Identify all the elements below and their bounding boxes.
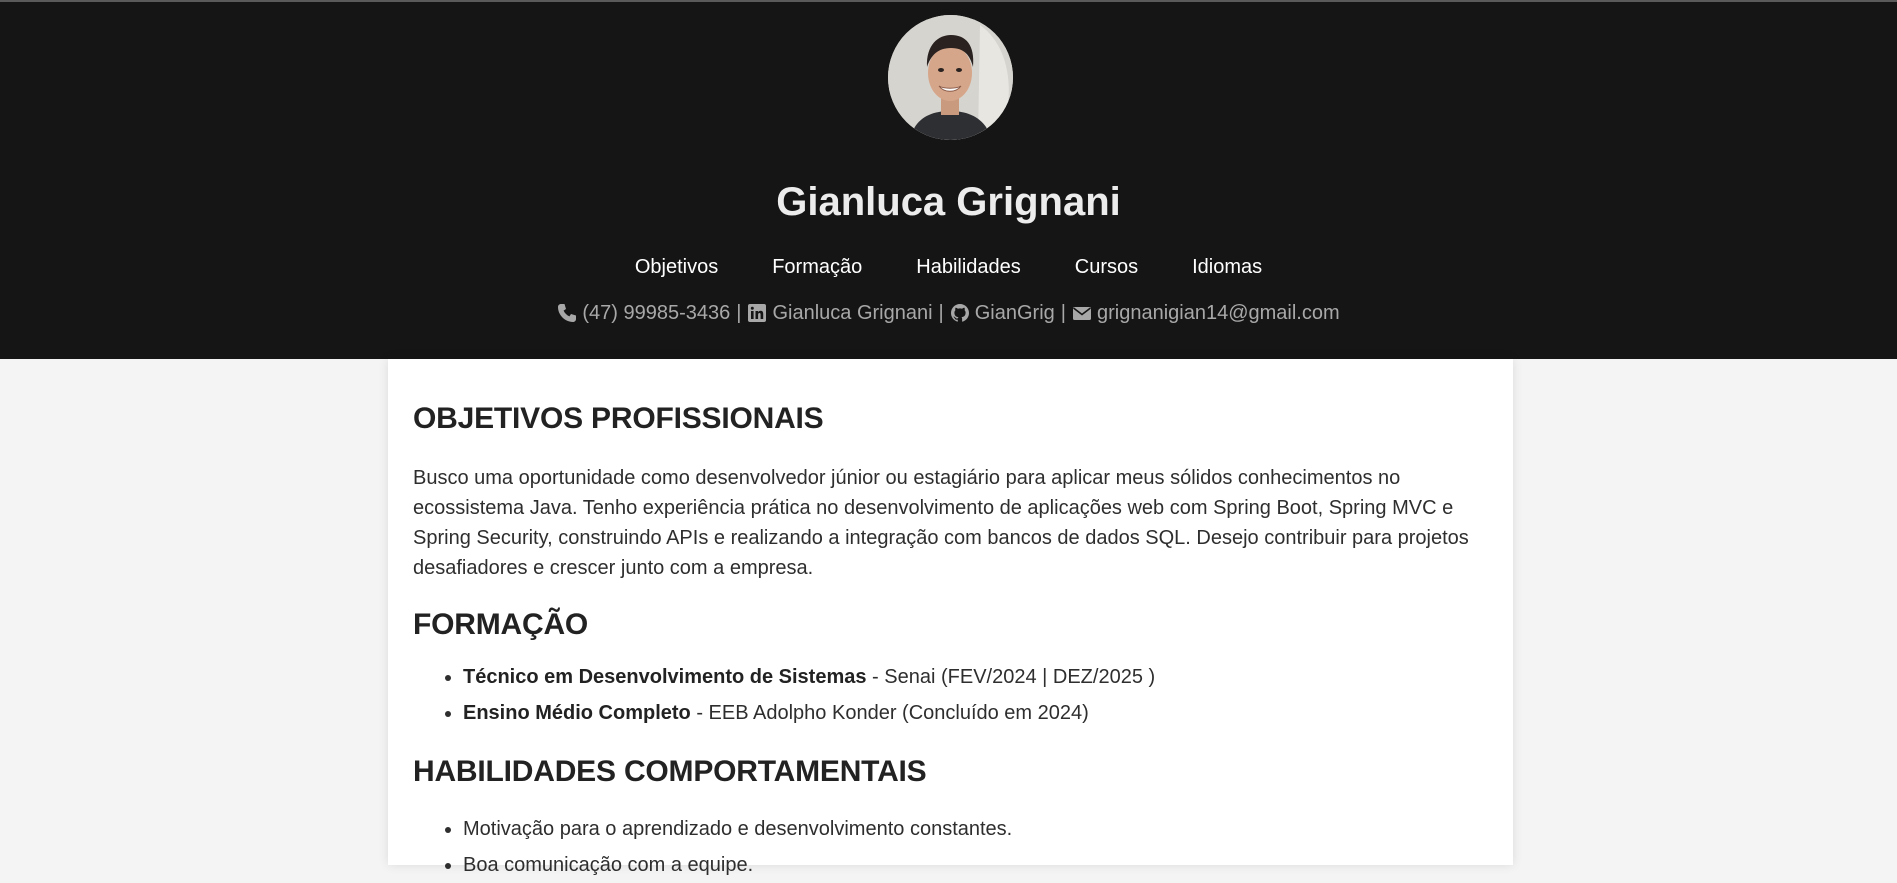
resume-content: OBJETIVOS PROFISSIONAIS Busco uma oportu… [388, 359, 1513, 876]
habilidades-list: Motivação para o aprendizado e desenvolv… [413, 811, 1503, 883]
main-nav: Objetivos Formação Habilidades Cursos Id… [0, 252, 1897, 282]
profile-photo [888, 15, 1013, 140]
list-item: Técnico em Desenvolvimento de Sistemas -… [463, 659, 1503, 695]
resume-header: Gianluca Grignani Objetivos Formação Hab… [0, 2, 1897, 359]
nav-item-habilidades[interactable]: Habilidades [916, 252, 1021, 282]
course-name: Técnico em Desenvolvimento de Sistemas [463, 666, 867, 688]
list-item: Boa comunicação com a equipe. [463, 847, 1503, 883]
avatar [888, 15, 1013, 140]
nav-item-objetivos[interactable]: Objetivos [635, 252, 718, 282]
formacao-list: Técnico em Desenvolvimento de Sistemas -… [413, 659, 1503, 731]
section-title-formacao: FORMAÇÃO [413, 608, 589, 641]
section-title-objetivos: OBJETIVOS PROFISSIONAIS [413, 402, 824, 435]
linkedin-icon [748, 304, 767, 322]
separator: | [938, 302, 944, 324]
nav-item-cursos[interactable]: Cursos [1075, 252, 1138, 282]
page-title: Gianluca Grignani [776, 180, 1121, 224]
course-detail: - EEB Adolpho Konder (Concluído em 2024) [690, 702, 1089, 724]
linkedin-link[interactable]: Gianluca Grignani [772, 298, 932, 328]
course-detail: - Senai (FEV/2024 | DEZ/2025 ) [866, 666, 1156, 688]
envelope-icon [1072, 307, 1091, 320]
separator: | [1060, 302, 1066, 324]
separator: | [736, 302, 742, 324]
nav-item-formacao[interactable]: Formação [772, 252, 862, 282]
email-link[interactable]: grignanigian14@gmail.com [1097, 298, 1340, 328]
list-item: Ensino Médio Completo - EEB Adolpho Kond… [463, 695, 1503, 731]
contact-bar: (47) 99985-3436 | Gianluca Grignani | Gi… [0, 298, 1897, 328]
phone-number[interactable]: (47) 99985-3436 [582, 298, 730, 328]
course-name: Ensino Médio Completo [463, 702, 691, 724]
list-item: Motivação para o aprendizado e desenvolv… [463, 811, 1503, 847]
nav-item-idiomas[interactable]: Idiomas [1192, 252, 1262, 282]
objetivos-text: Busco uma oportunidade como desenvolvedo… [413, 467, 1469, 579]
section-title-habilidades: HABILIDADES COMPORTAMENTAIS [413, 755, 927, 788]
phone-icon [558, 304, 577, 322]
github-link[interactable]: GianGrig [975, 298, 1055, 328]
github-icon [950, 304, 969, 322]
